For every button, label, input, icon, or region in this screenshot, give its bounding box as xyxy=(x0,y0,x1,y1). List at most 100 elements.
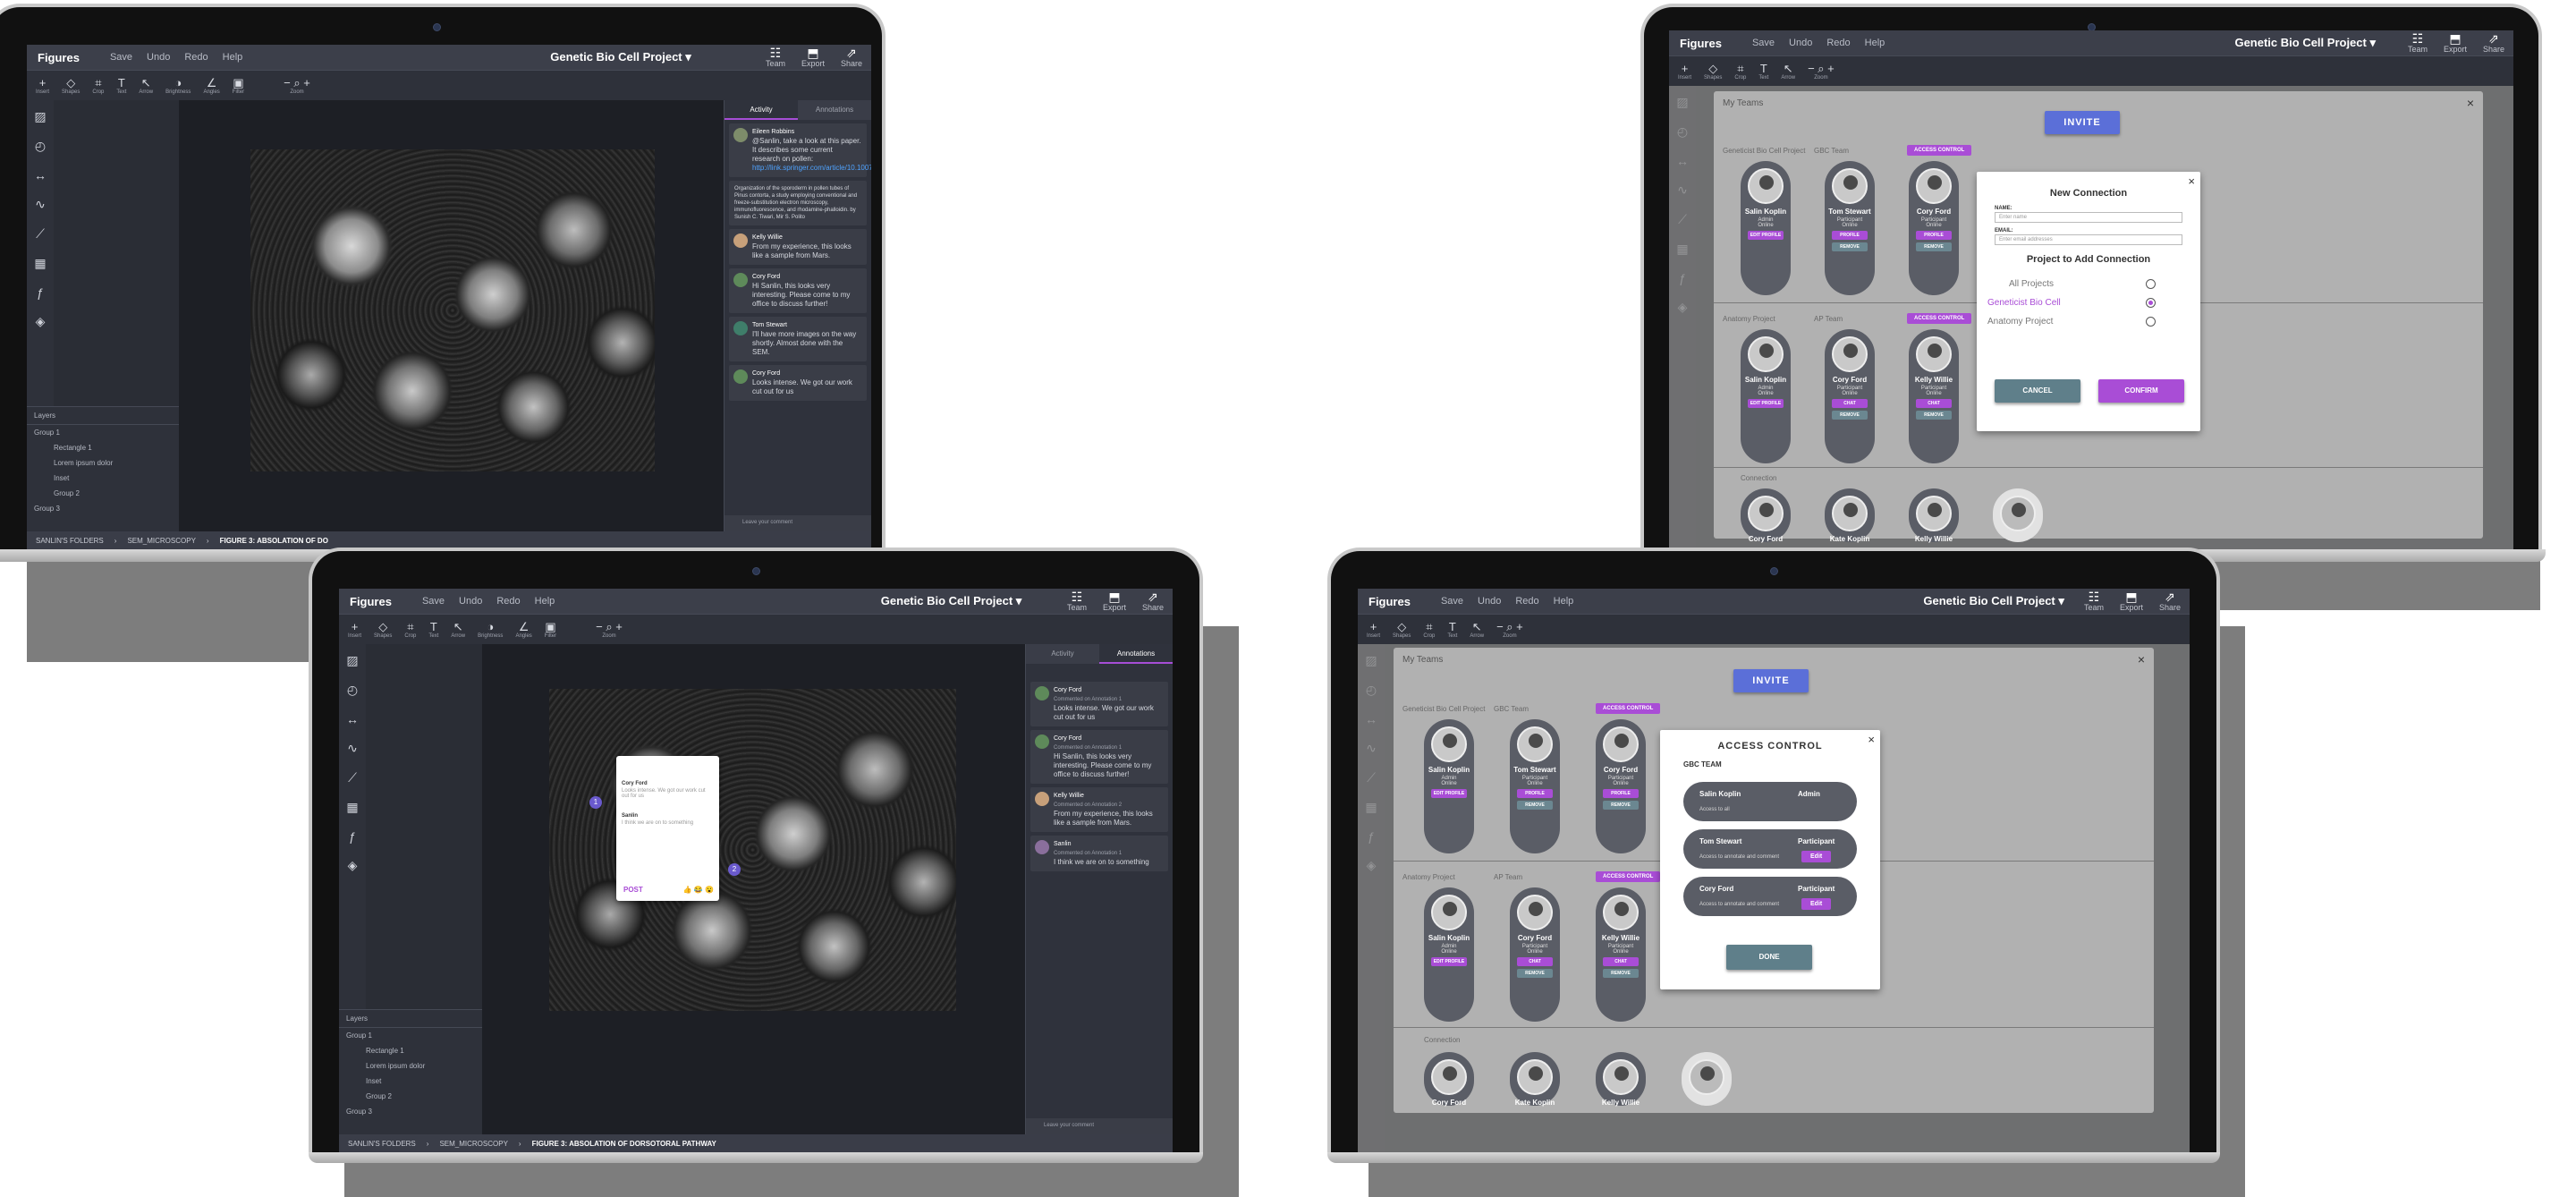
connection-card[interactable]: Kelly Willie xyxy=(1596,1052,1646,1107)
remove-button[interactable]: REMOVE xyxy=(1603,801,1639,810)
tool-crop[interactable]: ⌗ Crop xyxy=(1423,620,1435,639)
close-icon[interactable]: × xyxy=(2138,652,2145,666)
layer-row[interactable]: Rectangle 1 xyxy=(339,1043,491,1058)
menu-save[interactable]: Save xyxy=(1441,596,1463,607)
add-connection-card[interactable] xyxy=(1993,488,2043,542)
tab-activity[interactable]: Activity xyxy=(1026,644,1099,664)
image-icon[interactable]: ▨ xyxy=(27,109,54,124)
breadcrumb-item[interactable]: SANLIN'S FOLDERS xyxy=(348,1140,416,1148)
close-icon[interactable]: × xyxy=(2188,174,2195,188)
layer-row[interactable]: Inset xyxy=(27,471,179,486)
menu-help[interactable]: Help xyxy=(1554,596,1574,607)
layers-icon[interactable]: ◈ xyxy=(339,858,366,873)
chat-button[interactable]: CHAT xyxy=(1603,957,1639,966)
radio-all-projects[interactable]: All Projects xyxy=(2009,279,2200,298)
tool-zoom[interactable]: − ⌕ + Zoom xyxy=(1808,62,1835,81)
confirm-button[interactable]: CONFIRM xyxy=(2098,379,2184,403)
tool-insert[interactable]: + Insert xyxy=(1367,620,1380,639)
tool-text[interactable]: T Text xyxy=(428,620,438,639)
breadcrumb-item[interactable]: SEM_MICROSCOPY xyxy=(439,1140,507,1148)
connection-card[interactable]: Kate Koplin xyxy=(1510,1052,1560,1107)
menu-save[interactable]: Save xyxy=(1752,38,1775,48)
add-connection-card[interactable] xyxy=(1682,1052,1732,1106)
layer-row[interactable]: Group 1 xyxy=(339,1028,491,1043)
project-selector[interactable]: Genetic Bio Cell Project ▾ xyxy=(2234,36,2376,50)
share-button[interactable]: ⇗ Share xyxy=(1142,590,1164,612)
annotation-marker[interactable]: 2 xyxy=(728,863,741,876)
grid-icon[interactable]: ▦ xyxy=(339,800,366,815)
post-button[interactable]: POST xyxy=(623,886,643,894)
measure-icon[interactable]: ↔ xyxy=(339,712,366,726)
access-control-button[interactable]: ACCESS CONTROL xyxy=(1596,703,1661,714)
tool-filter[interactable]: ▣ Filter xyxy=(233,76,244,95)
team-button[interactable]: ☷ Team xyxy=(1067,590,1087,612)
tool-crop[interactable]: ⌗ Crop xyxy=(404,620,416,639)
tab-annotations[interactable]: Annotations xyxy=(1099,644,1173,664)
menu-save[interactable]: Save xyxy=(110,52,132,63)
tool-crop[interactable]: ⌗ Crop xyxy=(92,76,104,95)
paper-link[interactable]: http://link.springer.com/article/10.1007… xyxy=(752,164,871,173)
wave-icon[interactable]: ∿ xyxy=(27,197,54,212)
tool-filter[interactable]: ▣ Filter xyxy=(545,620,556,639)
tool-insert[interactable]: + Insert xyxy=(36,76,49,95)
menu-undo[interactable]: Undo xyxy=(1789,38,1812,48)
access-control-button[interactable]: ACCESS CONTROL xyxy=(1596,871,1661,882)
connection-card[interactable]: Kelly Willie xyxy=(1909,488,1959,543)
menu-redo[interactable]: Redo xyxy=(184,52,208,63)
team-button[interactable]: ☷ Team xyxy=(766,47,785,68)
tool-arrow[interactable]: ↖ Arrow xyxy=(451,620,465,639)
chat-button[interactable]: CHAT xyxy=(1916,399,1952,408)
chat-button[interactable]: CHAT xyxy=(1832,399,1868,408)
team-button[interactable]: ☷ Team xyxy=(2084,590,2104,612)
layers-icon[interactable]: ◈ xyxy=(27,314,54,329)
layer-row[interactable]: Rectangle 1 xyxy=(27,440,179,455)
share-button[interactable]: ⇗ Share xyxy=(2159,590,2181,612)
comment-input[interactable]: Leave your comment xyxy=(1026,1118,1173,1134)
project-selector[interactable]: Genetic Bio Cell Project ▾ xyxy=(550,50,691,64)
menu-save[interactable]: Save xyxy=(422,596,445,607)
function-icon[interactable]: ƒ xyxy=(339,829,366,844)
remove-button[interactable]: REMOVE xyxy=(1832,242,1868,251)
tool-shapes[interactable]: ◇ Shapes xyxy=(374,620,392,639)
menu-help[interactable]: Help xyxy=(535,596,555,607)
project-selector[interactable]: Genetic Bio Cell Project ▾ xyxy=(881,594,1022,608)
emoji-reactions[interactable]: 👍 😂 😮 xyxy=(683,886,714,894)
access-control-button[interactable]: ACCESS CONTROL xyxy=(1907,313,1972,324)
export-button[interactable]: ⬒ Export xyxy=(2444,32,2467,54)
paper-preview[interactable]: Organization of the sporoderm in pollen … xyxy=(729,181,867,225)
tool-insert[interactable]: + Insert xyxy=(348,620,361,639)
connection-card[interactable]: Cory Ford xyxy=(1741,488,1791,543)
export-button[interactable]: ⬒ Export xyxy=(2120,590,2143,612)
gauge-icon[interactable]: ◴ xyxy=(339,683,366,698)
close-icon[interactable]: × xyxy=(2467,96,2474,110)
export-button[interactable]: ⬒ Export xyxy=(1103,590,1126,612)
breadcrumb-item[interactable]: SEM_MICROSCOPY xyxy=(127,537,195,545)
tool-text[interactable]: T Text xyxy=(116,76,126,95)
tool-angles[interactable]: ∠ Angles xyxy=(515,620,531,639)
tool-arrow[interactable]: ↖ Arrow xyxy=(139,76,153,95)
cancel-button[interactable]: CANCEL xyxy=(1995,379,2080,403)
layer-row[interactable]: Group 2 xyxy=(27,486,179,501)
image-icon[interactable]: ▨ xyxy=(339,653,366,668)
connection-card[interactable]: Kate Koplin xyxy=(1825,488,1875,543)
invite-button[interactable]: INVITE xyxy=(1733,669,1809,692)
invite-button[interactable]: INVITE xyxy=(2045,111,2120,134)
tool-arrow[interactable]: ↖ Arrow xyxy=(1470,620,1484,639)
menu-redo[interactable]: Redo xyxy=(496,596,520,607)
remove-button[interactable]: REMOVE xyxy=(1916,242,1952,251)
profile-button[interactable]: PROFILE xyxy=(1916,231,1952,240)
canvas-area[interactable] xyxy=(179,100,724,531)
radio-anatomy[interactable]: Anatomy Project xyxy=(1987,317,2200,335)
tool-text[interactable]: T Text xyxy=(1758,62,1768,81)
tool-shapes[interactable]: ◇ Shapes xyxy=(62,76,80,95)
remove-button[interactable]: REMOVE xyxy=(1517,801,1553,810)
access-control-button[interactable]: ACCESS CONTROL xyxy=(1907,145,1972,156)
measure-icon[interactable]: ↔ xyxy=(27,168,54,183)
tool-zoom[interactable]: − ⌕ + Zoom xyxy=(1496,620,1523,639)
radio-geneticist[interactable]: Geneticist Bio Cell xyxy=(1987,298,2200,317)
menu-help[interactable]: Help xyxy=(223,52,243,63)
chart-icon[interactable]: ⟋ xyxy=(27,226,54,242)
layer-row[interactable]: Group 3 xyxy=(27,501,179,516)
gauge-icon[interactable]: ◴ xyxy=(27,139,54,154)
breadcrumb-item[interactable]: SANLIN'S FOLDERS xyxy=(36,537,104,545)
